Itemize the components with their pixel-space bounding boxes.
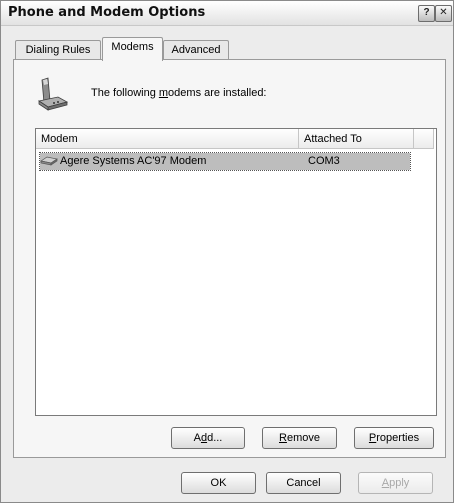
- apply-button[interactable]: Apply: [358, 472, 433, 494]
- title-bar[interactable]: Phone and Modem Options ? ✕: [1, 1, 453, 26]
- list-item[interactable]: Agere Systems AC'97 Modem COM3: [39, 152, 411, 171]
- tab-modems[interactable]: Modems: [102, 37, 163, 61]
- column-header-filler: [414, 129, 434, 149]
- intro-text: The following modems are installed:: [91, 87, 267, 99]
- button-label-part: d...: [207, 432, 223, 444]
- phone-modem-icon: [37, 77, 69, 111]
- window-title: Phone and Modem Options: [8, 5, 206, 20]
- add-button[interactable]: Add...: [171, 427, 245, 449]
- tab-advanced[interactable]: Advanced: [163, 40, 229, 60]
- modems-tab-panel: The following modems are installed: Mode…: [13, 59, 446, 458]
- help-button[interactable]: ?: [418, 5, 435, 22]
- column-header-modem[interactable]: Modem: [36, 129, 299, 149]
- dialog-window: Phone and Modem Options ? ✕ Dialing Rule…: [0, 0, 454, 503]
- intro-text-part: The following: [91, 87, 159, 99]
- cancel-button[interactable]: Cancel: [266, 472, 341, 494]
- remove-button[interactable]: Remove: [262, 427, 337, 449]
- button-label-part: A: [193, 432, 201, 444]
- accel-key: A: [381, 477, 390, 489]
- properties-button[interactable]: Properties: [354, 427, 434, 449]
- intro-text-part: odems are installed:: [168, 87, 267, 99]
- modem-device-icon: [40, 156, 58, 166]
- button-label-part: roperties: [376, 432, 420, 444]
- intro-accel-key: m: [158, 87, 169, 99]
- button-label-part: emove: [286, 432, 320, 444]
- tab-dialing-rules[interactable]: Dialing Rules: [15, 40, 101, 60]
- ok-button[interactable]: OK: [181, 472, 256, 494]
- column-header-attached-to[interactable]: Attached To: [299, 129, 414, 149]
- close-button[interactable]: ✕: [435, 5, 452, 22]
- modems-list[interactable]: Modem Attached To Agere Systems AC'97 Mo…: [35, 128, 437, 416]
- button-label-part: pply: [389, 477, 410, 489]
- accel-key: R: [279, 432, 287, 444]
- modem-name-cell: Agere Systems AC'97 Modem: [60, 155, 207, 167]
- attached-to-cell: COM3: [308, 155, 340, 167]
